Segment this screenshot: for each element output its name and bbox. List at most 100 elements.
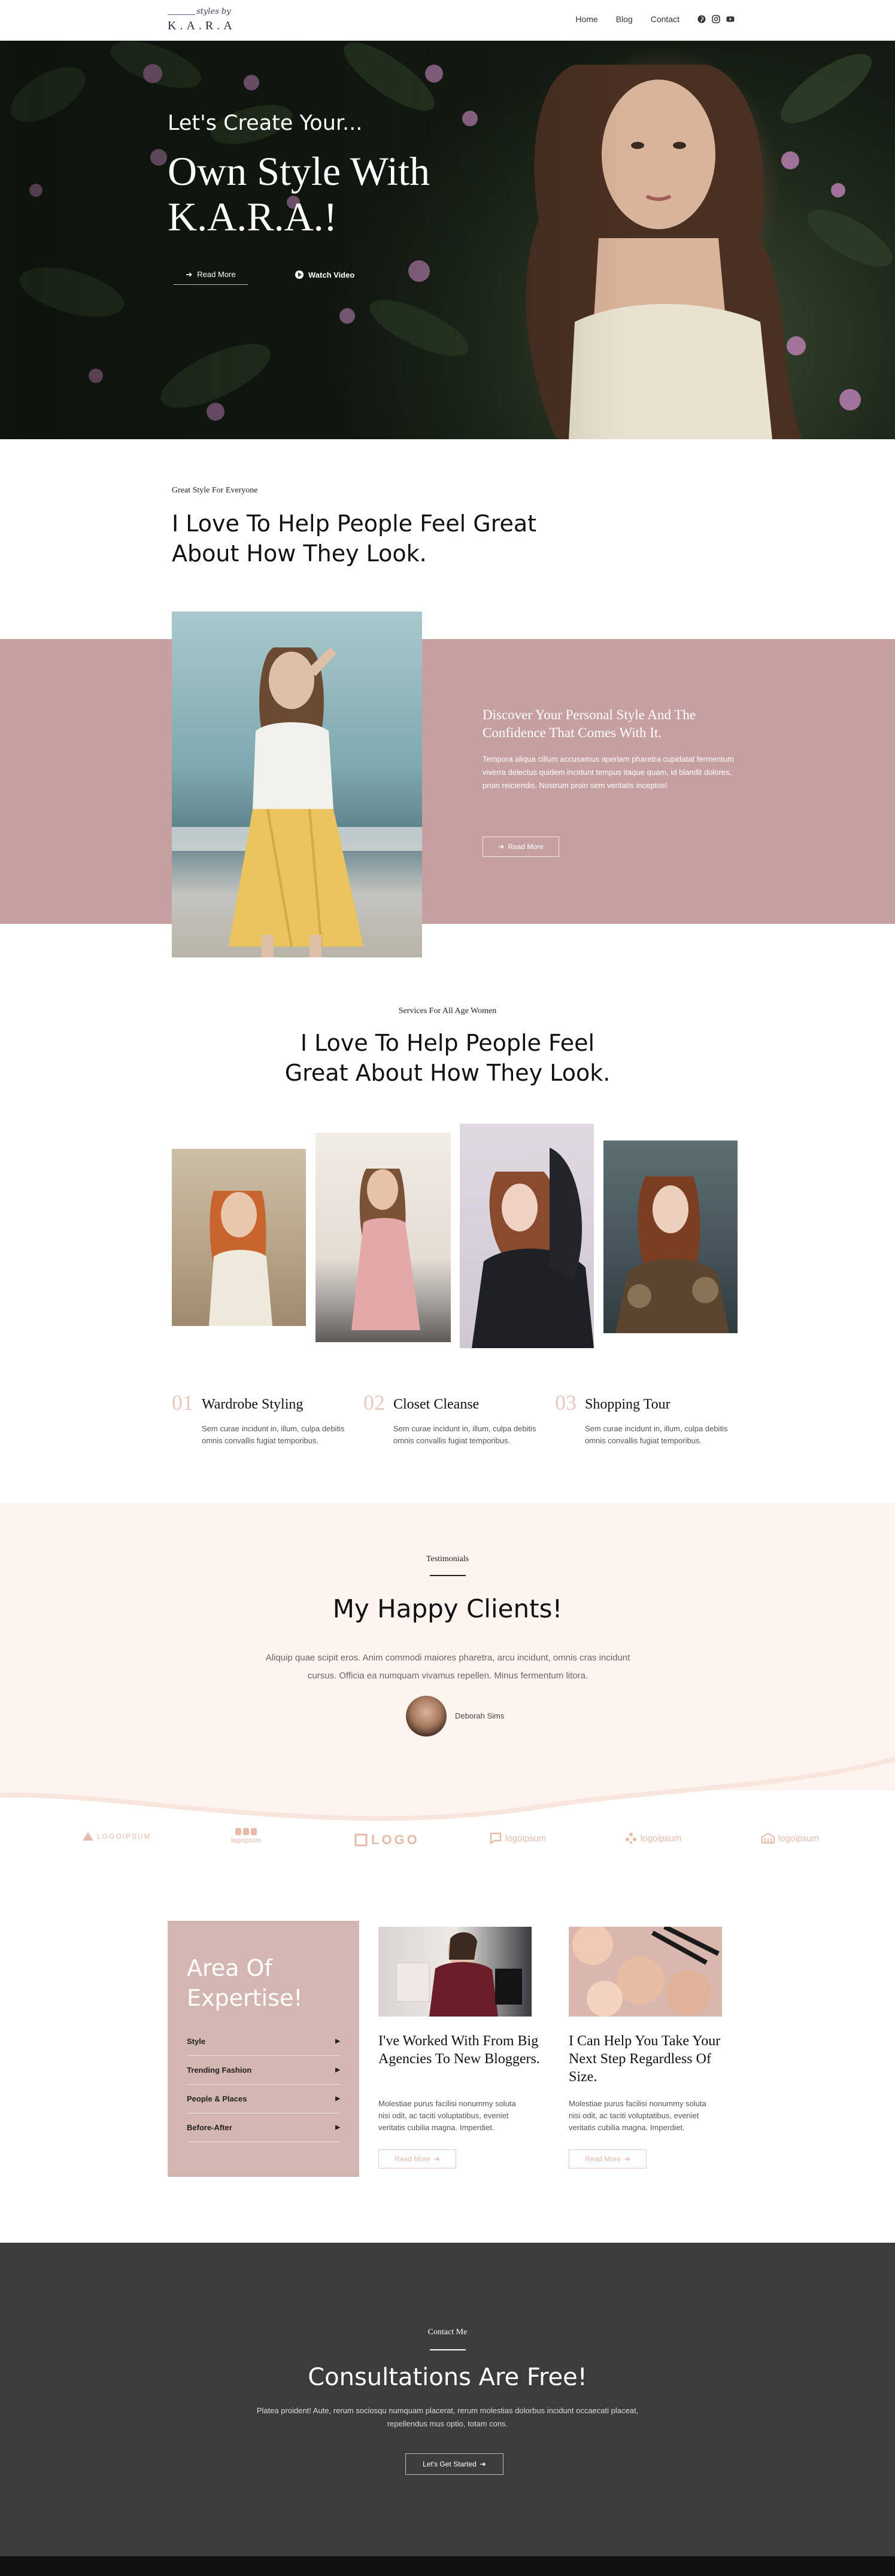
expertise-item-people-places[interactable]: People & Places ▶ xyxy=(187,2085,340,2113)
card-read-more-label: Read More xyxy=(395,2155,430,2163)
service-photo-2 xyxy=(315,1133,451,1342)
expertise-item-before-after[interactable]: Before-After ▶ xyxy=(187,2113,340,2142)
instagram-icon[interactable] xyxy=(712,15,720,23)
feature-read-more-button[interactable]: ➔ Read More xyxy=(483,837,559,857)
service-number: 03 xyxy=(555,1391,577,1415)
testimonials-title: My Happy Clients! xyxy=(332,1594,563,1623)
services-title: I Love To Help People Feel Great About H… xyxy=(284,1030,611,1086)
arrow-right-icon: ➔ xyxy=(480,2460,486,2468)
intro-title: I Love To Help People Feel Great About H… xyxy=(172,510,537,567)
feature-band xyxy=(0,639,895,924)
site-logo[interactable]: styles by K.A.R.A xyxy=(168,5,248,36)
client-logo-label: logoipsum xyxy=(231,1837,262,1844)
chevron-right-icon: ▶ xyxy=(335,2124,340,2131)
main-nav: Home Blog Contact xyxy=(575,14,735,24)
feature-model-image xyxy=(172,647,422,957)
services-kicker: Services For All Age Women xyxy=(398,1006,497,1015)
hero-overlay xyxy=(0,41,895,439)
logo-mark-icon xyxy=(354,1833,368,1847)
hero-read-more-button[interactable]: ➔ Read More xyxy=(174,264,248,285)
site-header: styles by K.A.R.A Home Blog Contact xyxy=(0,0,895,41)
client-logo-3: LOGO xyxy=(354,1832,420,1848)
client-logos: LOGOIPSUM logoipsum LOGO logoipsum logoi… xyxy=(0,1827,895,1854)
card-read-more-label: Read More xyxy=(585,2155,621,2163)
client-logo-label: logoipsum xyxy=(778,1833,820,1844)
social-links xyxy=(697,15,735,23)
service-photo-4 xyxy=(603,1141,738,1333)
service-name: Closet Cleanse xyxy=(393,1397,480,1412)
nav-contact[interactable]: Contact xyxy=(651,14,679,24)
client-logo-label: logoipsum xyxy=(641,1833,682,1844)
contact-kicker: Contact Me xyxy=(427,2328,468,2337)
page: styles by K.A.R.A Home Blog Contact Let'… xyxy=(0,0,895,2576)
expertise-item-label: Before-After xyxy=(187,2123,232,2132)
feature-text: Tempora aliqua cillum accusamus aperiam … xyxy=(483,755,734,790)
service-number: 01 xyxy=(172,1391,193,1415)
hero-title: Own Style With K.A.R.A.! xyxy=(168,148,587,239)
client-logo-label: LOGOIPSUM xyxy=(97,1832,151,1841)
testimonials-wave xyxy=(0,1723,895,1821)
chevron-right-icon: ▶ xyxy=(335,2067,340,2073)
youtube-icon[interactable] xyxy=(726,15,735,23)
testimonials-kicker: Testimonials xyxy=(426,1555,469,1564)
arrow-right-icon: ➔ xyxy=(186,269,193,279)
chevron-right-icon: ▶ xyxy=(335,2096,340,2102)
expertise-item-label: People & Places xyxy=(187,2094,247,2103)
expertise-item-label: Style xyxy=(187,2037,206,2046)
client-logo-1: LOGOIPSUM xyxy=(83,1832,151,1841)
hero-watch-video-label: Watch Video xyxy=(308,270,355,279)
client-logo-label: logoipsum xyxy=(505,1833,547,1844)
client-logo-2: logoipsum xyxy=(231,1827,261,1844)
footer-bar xyxy=(0,2556,895,2576)
logo-mark-icon xyxy=(626,1833,636,1844)
service-name: Shopping Tour xyxy=(585,1397,671,1412)
hero-title-line-1: Own Style With xyxy=(168,148,430,194)
feature-title: Discover Your Personal Style And The Con… xyxy=(483,707,696,740)
service-name: Wardrobe Styling xyxy=(202,1397,304,1412)
card-title-2: I Can Help You Take Your Next Step Regar… xyxy=(569,2033,721,2085)
logo-mark-icon xyxy=(490,1832,502,1844)
logo-divider xyxy=(168,14,195,15)
client-logo-label: LOGO xyxy=(371,1832,420,1847)
client-logo-5: logoipsum xyxy=(625,1832,681,1844)
testimonials-divider xyxy=(430,1575,466,1576)
logo-script: styles by xyxy=(196,7,231,16)
expertise-item-label: Trending Fashion xyxy=(187,2066,252,2075)
card-read-more-button-1[interactable]: Read More ➔ xyxy=(378,2149,456,2169)
client-logo-4: logoipsum xyxy=(490,1832,546,1844)
nav-home[interactable]: Home xyxy=(575,14,597,24)
hero-kicker: Let's Create Your... xyxy=(168,111,363,135)
card-read-more-button-2[interactable]: Read More ➔ xyxy=(569,2149,647,2169)
service-description: Sem curae incidunt in, illum, culpa debi… xyxy=(202,1424,345,1445)
contact-divider xyxy=(430,2349,466,2350)
avatar xyxy=(406,1696,447,1736)
card-text-2: Molestiae purus facilisi nonummy soluta … xyxy=(569,2099,706,2132)
card-text-1: Molestiae purus facilisi nonummy soluta … xyxy=(378,2099,516,2132)
hero-section xyxy=(0,41,895,439)
arrow-right-icon: ➔ xyxy=(624,2155,630,2163)
testimonial-quote: Aliquip quae scipit eros. Anim commodi m… xyxy=(265,1653,630,1681)
logo-text: K.A.R.A xyxy=(168,19,236,32)
nav-blog[interactable]: Blog xyxy=(616,14,633,24)
service-description: Sem curae incidunt in, illum, culpa debi… xyxy=(393,1424,536,1445)
expertise-item-style[interactable]: Style ▶ xyxy=(187,2027,340,2056)
contact-title: Consultations Are Free! xyxy=(308,2364,587,2391)
service-photo-1 xyxy=(172,1149,306,1326)
pinterest-icon[interactable] xyxy=(697,15,706,23)
service-number: 02 xyxy=(363,1391,385,1415)
contact-section xyxy=(0,2243,895,2556)
hero-watch-video-button[interactable]: Watch Video xyxy=(295,264,354,285)
hero-title-line-2: K.A.R.A.! xyxy=(168,194,338,239)
client-logo-6: logoipsum xyxy=(761,1832,819,1844)
service-description: Sem curae incidunt in, illum, culpa debi… xyxy=(585,1424,728,1445)
chevron-right-icon: ▶ xyxy=(335,2038,340,2045)
arrow-right-icon: ➔ xyxy=(498,843,505,851)
logo-mark-icon xyxy=(83,1832,93,1841)
feature-photo xyxy=(172,612,422,957)
expertise-item-trending-fashion[interactable]: Trending Fashion ▶ xyxy=(187,2056,340,2085)
service-photo-3 xyxy=(460,1124,594,1348)
play-icon xyxy=(295,270,304,279)
card-image-1 xyxy=(378,1927,532,2017)
intro-kicker: Great Style For Everyone xyxy=(172,486,258,495)
get-started-button[interactable]: Let's Get Started ➔ xyxy=(405,2453,503,2475)
